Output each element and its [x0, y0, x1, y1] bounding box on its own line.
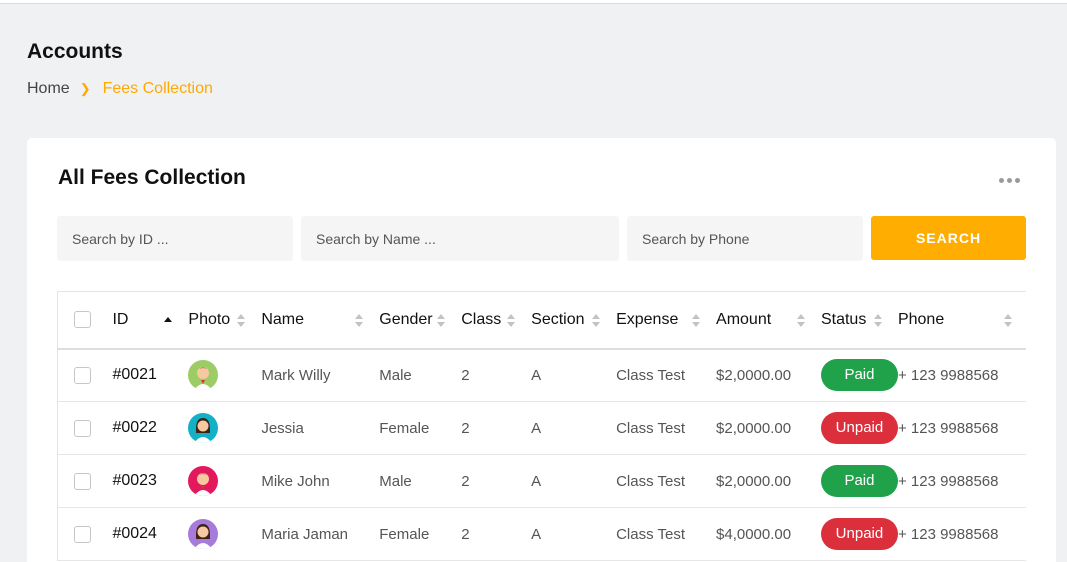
column-header-name[interactable]: Name — [261, 291, 380, 350]
cell-name: Jessia — [261, 401, 380, 455]
status-badge[interactable]: Unpaid — [820, 412, 898, 444]
cell-photo — [188, 454, 262, 508]
cell-phone: + 123 9988568 — [897, 348, 1026, 402]
cell-phone: + 123 9988568 — [897, 507, 1026, 561]
row-select-cell — [57, 454, 113, 508]
sort-icon[interactable] — [237, 314, 246, 328]
cell-phone: + 123 9988568 — [897, 401, 1026, 455]
table-header-row: ID Photo Name Gender Class Section Expen… — [57, 291, 1026, 350]
avatar — [188, 519, 219, 549]
status-badge[interactable]: Paid — [820, 465, 898, 497]
cell-name: Maria Jaman — [261, 507, 380, 561]
cell-photo — [188, 507, 262, 561]
table-row[interactable]: #0024 Maria Jaman Female 2 A Class Test $4,000… — [57, 507, 1026, 561]
chevron-right-icon: ❯ — [79, 81, 91, 96]
cell-name: Mike John — [261, 454, 380, 508]
cell-id: #0023 — [112, 454, 189, 508]
column-header-photo[interactable]: Photo — [188, 291, 262, 350]
row-checkbox[interactable] — [74, 472, 91, 490]
cell-class: 2 — [461, 454, 532, 508]
table-body: #0021 Mark Willy Male 2 A Class Test $2,0000.0… — [57, 348, 1026, 561]
cell-status: Paid — [820, 454, 898, 508]
cell-expense: Class Test — [616, 454, 717, 508]
column-header-id[interactable]: ID — [112, 291, 189, 350]
search-name-input[interactable] — [301, 216, 619, 261]
table-row[interactable]: #0023 Mike John Male 2 A Class Test $2,0000.00… — [57, 454, 1026, 508]
avatar — [188, 360, 219, 391]
row-checkbox[interactable] — [74, 525, 91, 543]
search-id-input[interactable] — [57, 216, 293, 261]
sort-icon[interactable] — [355, 314, 364, 328]
more-horizontal-icon[interactable] — [999, 178, 1020, 183]
status-badge[interactable]: Unpaid — [820, 518, 898, 550]
sort-icon[interactable] — [873, 314, 882, 328]
breadcrumb-home-link[interactable]: Home — [27, 80, 70, 98]
cell-class: 2 — [461, 507, 532, 561]
cell-amount: $2,0000.00 — [716, 454, 821, 508]
column-header-expense[interactable]: Expense — [616, 291, 717, 350]
fees-table: ID Photo Name Gender Class Section Expen… — [57, 291, 1026, 561]
row-checkbox[interactable] — [74, 419, 91, 437]
cell-gender: Female — [379, 507, 462, 561]
sort-icon[interactable] — [507, 314, 516, 328]
cell-phone: + 123 9988568 — [897, 454, 1026, 508]
row-select-cell — [57, 401, 113, 455]
search-phone-input[interactable] — [627, 216, 863, 261]
sort-ascending-icon[interactable] — [164, 317, 173, 323]
fees-collection-card: All Fees Collection SEARCH ID Photo Name… — [27, 138, 1056, 562]
column-header-phone[interactable]: Phone — [897, 291, 1026, 350]
breadcrumb-current: Fees Collection — [102, 80, 213, 97]
cell-section: A — [531, 454, 617, 508]
sort-icon[interactable] — [797, 314, 806, 328]
select-all-cell — [57, 291, 113, 350]
cell-photo — [188, 401, 262, 455]
cell-id: #0022 — [112, 401, 189, 455]
page-title: Accounts — [27, 40, 123, 63]
cell-class: 2 — [461, 348, 532, 402]
cell-section: A — [531, 348, 617, 402]
top-bar — [0, 0, 1067, 4]
cell-expense: Class Test — [616, 348, 717, 402]
cell-section: A — [531, 507, 617, 561]
breadcrumb: Home ❯ Fees Collection — [27, 80, 213, 98]
cell-status: Unpaid — [820, 507, 898, 561]
table-row[interactable]: #0021 Mark Willy Male 2 A Class Test $2,0000.0… — [57, 348, 1026, 402]
cell-id: #0021 — [112, 348, 189, 402]
select-all-checkbox[interactable] — [74, 311, 91, 329]
cell-amount: $4,0000.00 — [716, 507, 821, 561]
cell-status: Paid — [820, 348, 898, 402]
avatar — [188, 466, 219, 496]
sort-icon[interactable] — [1003, 314, 1012, 328]
cell-gender: Female — [379, 401, 462, 455]
column-header-gender[interactable]: Gender — [379, 291, 462, 350]
cell-amount: $2,0000.00 — [716, 401, 821, 455]
cell-class: 2 — [461, 401, 532, 455]
sort-icon[interactable] — [437, 314, 446, 328]
cell-status: Unpaid — [820, 401, 898, 455]
column-header-section[interactable]: Section — [531, 291, 617, 350]
cell-expense: Class Test — [616, 507, 717, 561]
cell-amount: $2,0000.00 — [716, 348, 821, 402]
table-row[interactable]: #0022 Jessia Female 2 A Class Test $2,0000.00 U… — [57, 401, 1026, 455]
status-badge[interactable]: Paid — [820, 359, 898, 392]
row-select-cell — [57, 507, 113, 561]
cell-gender: Male — [379, 348, 462, 402]
cell-name: Mark Willy — [261, 348, 380, 402]
row-checkbox[interactable] — [74, 367, 91, 385]
sort-icon[interactable] — [592, 314, 601, 328]
cell-photo — [188, 348, 262, 402]
search-button[interactable]: SEARCH — [871, 216, 1026, 260]
cell-gender: Male — [379, 454, 462, 508]
card-title: All Fees Collection — [58, 166, 246, 189]
row-select-cell — [57, 348, 113, 402]
column-header-status[interactable]: Status — [820, 291, 898, 350]
column-header-class[interactable]: Class — [461, 291, 532, 350]
cell-section: A — [531, 401, 617, 455]
cell-id: #0024 — [112, 507, 189, 561]
avatar — [188, 413, 219, 443]
sort-icon[interactable] — [692, 314, 701, 328]
column-header-amount[interactable]: Amount — [716, 291, 821, 350]
cell-expense: Class Test — [616, 401, 717, 455]
